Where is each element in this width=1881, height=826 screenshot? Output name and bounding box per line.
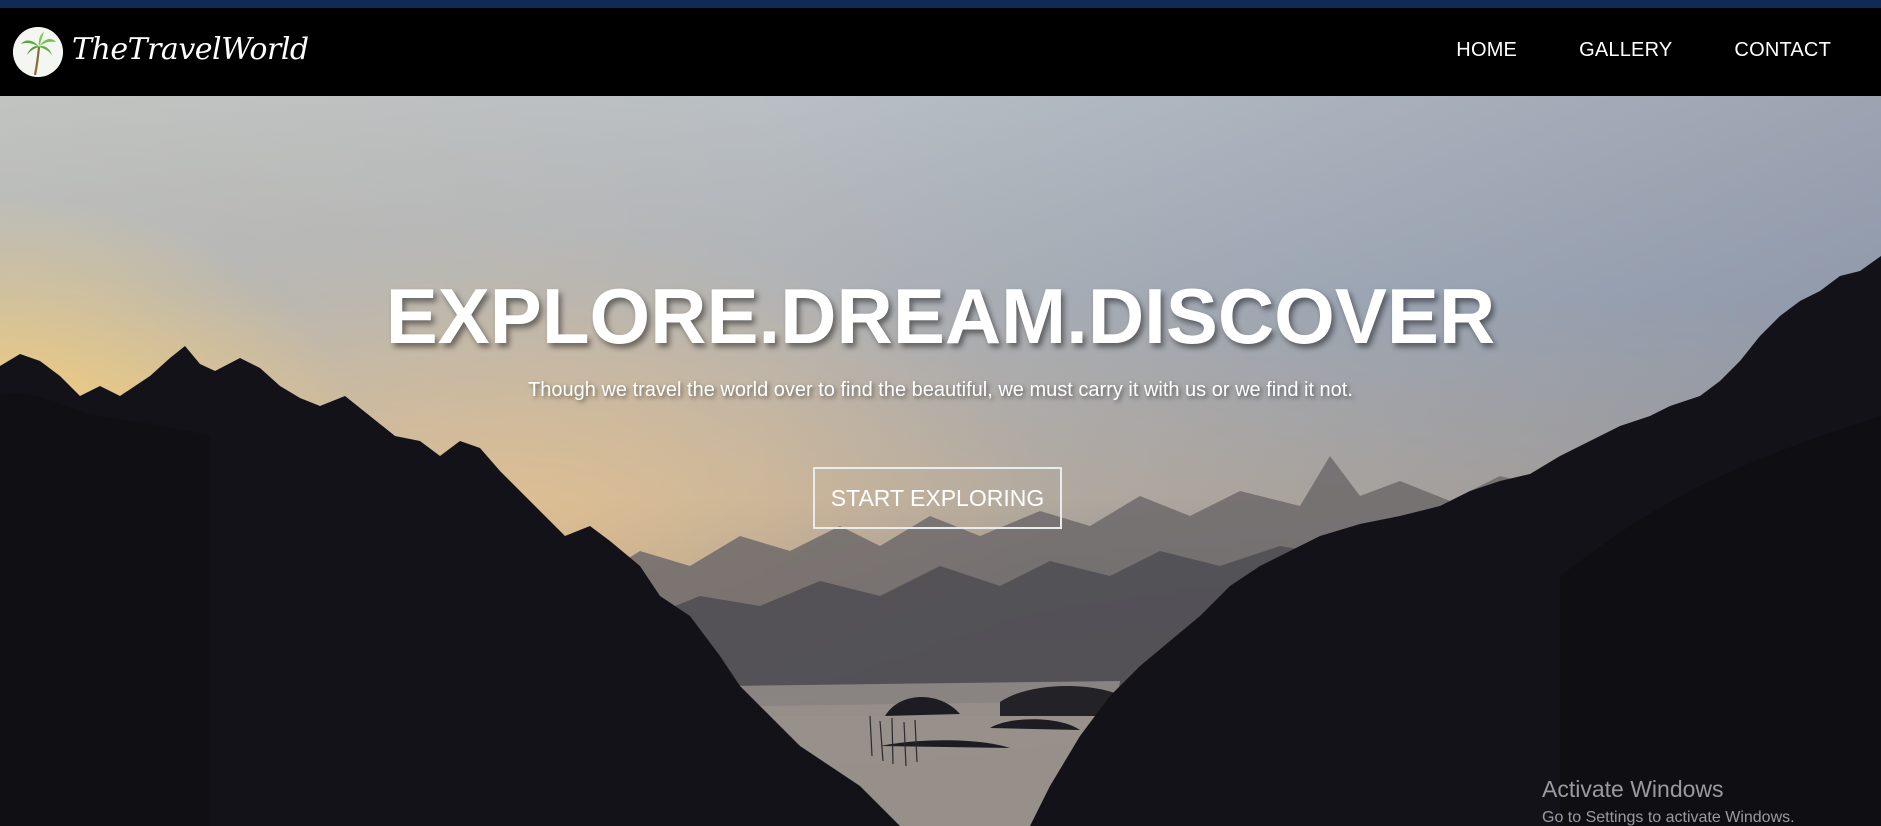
landscape-silhouette xyxy=(0,256,1881,826)
main-nav: HOME GALLERY CONTACT xyxy=(1394,39,1831,62)
hero-subline: Though we travel the world over to find … xyxy=(528,379,1353,401)
palm-tree-icon xyxy=(13,27,63,77)
brand-logo[interactable] xyxy=(13,27,63,77)
navbar: TheTravelWorld HOME GALLERY CONTACT xyxy=(0,8,1881,96)
nav-home[interactable]: HOME xyxy=(1456,39,1517,62)
hero-section: EXPLORE.DREAM.DISCOVER Though we travel … xyxy=(0,96,1881,826)
nav-gallery[interactable]: GALLERY xyxy=(1579,39,1672,62)
activate-windows-watermark: Activate Windows Go to Settings to activ… xyxy=(1542,776,1795,826)
brand-name[interactable]: TheTravelWorld xyxy=(72,32,309,67)
start-exploring-button[interactable]: START EXPLORING xyxy=(813,467,1062,529)
hero-headline: EXPLORE.DREAM.DISCOVER xyxy=(385,272,1496,360)
nav-contact[interactable]: CONTACT xyxy=(1734,39,1831,62)
top-strip xyxy=(0,0,1881,8)
watermark-subtitle: Go to Settings to activate Windows. xyxy=(1542,809,1795,826)
watermark-title: Activate Windows xyxy=(1542,776,1724,802)
